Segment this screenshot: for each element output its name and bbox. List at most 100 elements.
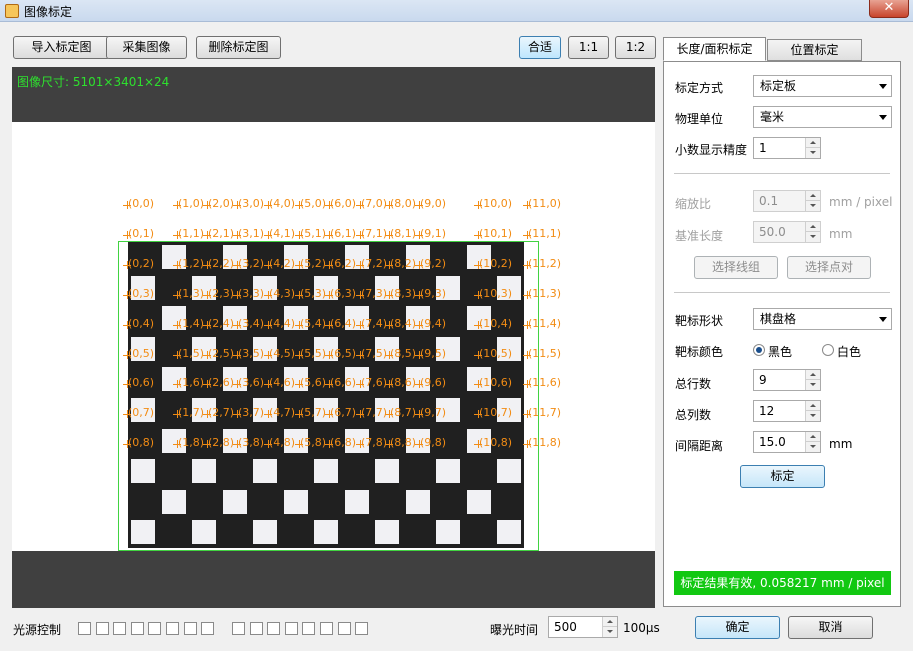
spin-down-icon[interactable] [805, 380, 820, 390]
light-channel-checkbox[interactable] [302, 622, 316, 635]
light-channel-checkbox[interactable] [148, 622, 162, 635]
spin-down-icon[interactable] [602, 627, 617, 637]
light-channel-checkbox[interactable] [355, 622, 369, 635]
corner-label: (10,8) [479, 436, 513, 450]
calibrate-button[interactable]: 标定 [740, 465, 825, 488]
target-shape-select[interactable]: 棋盘格 [753, 308, 892, 330]
corner-label: (11,0) [528, 197, 562, 210]
corner-label: (0,7) [128, 406, 155, 420]
light-channel-checkbox[interactable] [249, 622, 263, 635]
capture-image-button[interactable]: 采集图像 [106, 36, 187, 59]
corner-label: (11,1) [528, 226, 562, 240]
method-select[interactable]: 标定板 [753, 75, 892, 97]
color-black-radio[interactable] [753, 344, 765, 356]
light-channel-checkbox[interactable] [183, 622, 197, 635]
spin-up-icon[interactable] [602, 617, 617, 627]
cols-spinbox[interactable]: 12 [753, 400, 821, 422]
target-color-label: 靶标颜色 [675, 345, 724, 359]
corner-label: (3,8) [238, 436, 265, 450]
ok-button[interactable]: 确定 [695, 616, 780, 639]
calibration-image: (0,0) (1,0) (2,0) (3,0) (4,0) (5,0) (6,0) (7,0)… [12, 122, 655, 551]
exposure-unit: 100μs [623, 621, 660, 635]
method-value: 标定板 [760, 79, 797, 93]
spin-up-icon[interactable] [805, 138, 820, 148]
corner-label: (9,8) [420, 436, 447, 450]
close-button[interactable]: ✕ [869, 0, 909, 18]
corner-label: (2,3) [208, 286, 235, 300]
corner-label: (6,2) [330, 256, 357, 270]
corner-label: (7,4) [361, 316, 388, 330]
tab-position[interactable]: 位置标定 [767, 39, 862, 61]
corner-label: (5,8) [300, 436, 327, 450]
select-point-pair-button[interactable]: 选择点对 [787, 256, 871, 279]
method-label: 标定方式 [675, 81, 724, 95]
corner-label: (3,2) [238, 256, 265, 270]
light-channel-checkbox[interactable] [78, 622, 91, 635]
unit-select[interactable]: 毫米 [753, 106, 892, 128]
corner-label: (7,1) [361, 226, 388, 240]
corner-label: (11,6) [528, 376, 562, 390]
unit-value: 毫米 [760, 110, 785, 124]
corner-label: (10,3) [479, 286, 513, 300]
image-viewer[interactable]: 图像尺寸: 5101×3401×24 (0,0) (1,0) (2,0) (3,0)(… [12, 67, 655, 608]
spin-up-icon[interactable] [805, 370, 820, 380]
corner-label: (10,5) [479, 346, 513, 360]
zoom-fit-button[interactable]: 合适 [519, 36, 561, 59]
corner-label: (7,8) [361, 436, 388, 450]
light-channel-checkbox[interactable] [232, 622, 245, 635]
spacing-spinbox[interactable]: 15.0 [753, 431, 821, 453]
corner-label: (9,2) [420, 256, 447, 270]
spin-up-icon[interactable] [805, 432, 820, 442]
separator [674, 173, 890, 174]
corner-label: (1,8) [178, 436, 205, 450]
base-length-label: 基准长度 [675, 229, 724, 243]
corner-label: (5,1) [300, 226, 327, 240]
exposure-spinbox[interactable]: 500 [548, 616, 618, 638]
zoom-1-1-button[interactable]: 1:1 [568, 36, 609, 59]
spin-down-icon[interactable] [805, 411, 820, 421]
corner-label: (11,3) [528, 286, 562, 300]
tab-length-area[interactable]: 长度/面积标定 [663, 37, 766, 61]
light-channel-checkbox[interactable] [337, 622, 351, 635]
corner-label: (5,7) [300, 406, 327, 420]
chevron-down-icon [879, 115, 887, 120]
import-calibration-image-button[interactable]: 导入标定图 [13, 36, 110, 59]
corner-label: (3,6) [238, 376, 265, 390]
corner-label: (8,3) [390, 286, 417, 300]
corner-label: (9,5) [420, 346, 447, 360]
corner-label: (0,2) [128, 256, 155, 270]
corner-label: (2,1) [208, 226, 235, 240]
corner-label: (9,0) [420, 197, 447, 210]
precision-label: 小数显示精度 [675, 143, 748, 157]
light-channel-checkbox[interactable] [320, 622, 333, 635]
corner-label: (11,7) [528, 406, 562, 420]
light-channel-checkbox[interactable] [113, 622, 127, 635]
corner-label: (6,0) [330, 197, 357, 210]
corner-label: (2,7) [208, 406, 235, 420]
cols-label: 总列数 [675, 408, 712, 422]
corner-label: (4,4) [269, 316, 296, 330]
zoom-1-2-button[interactable]: 1:2 [615, 36, 656, 59]
base-length-unit: mm [829, 227, 853, 241]
color-white-radio[interactable] [822, 344, 834, 356]
rows-spinbox[interactable]: 9 [753, 369, 821, 391]
light-channel-checkbox[interactable] [284, 622, 298, 635]
spin-down-icon[interactable] [805, 148, 820, 158]
corner-label: (1,6) [178, 376, 205, 390]
light-control-label: 光源控制 [13, 623, 62, 637]
corner-label: (5,3) [300, 286, 327, 300]
select-line-group-button[interactable]: 选择线组 [694, 256, 778, 279]
spin-up-icon[interactable] [805, 401, 820, 411]
spacing-value: 15.0 [759, 435, 786, 449]
precision-spinbox[interactable]: 1 [753, 137, 821, 159]
corner-label: (4,1) [269, 226, 296, 240]
light-channel-checkbox[interactable] [201, 622, 215, 635]
light-channel-checkbox[interactable] [267, 622, 281, 635]
cols-value: 12 [759, 404, 775, 418]
spin-down-icon[interactable] [805, 442, 820, 452]
light-channel-checkbox[interactable] [166, 622, 179, 635]
cancel-button[interactable]: 取消 [788, 616, 873, 639]
delete-calibration-image-button[interactable]: 删除标定图 [196, 36, 281, 59]
light-channel-checkbox[interactable] [95, 622, 109, 635]
light-channel-checkbox[interactable] [130, 622, 144, 635]
